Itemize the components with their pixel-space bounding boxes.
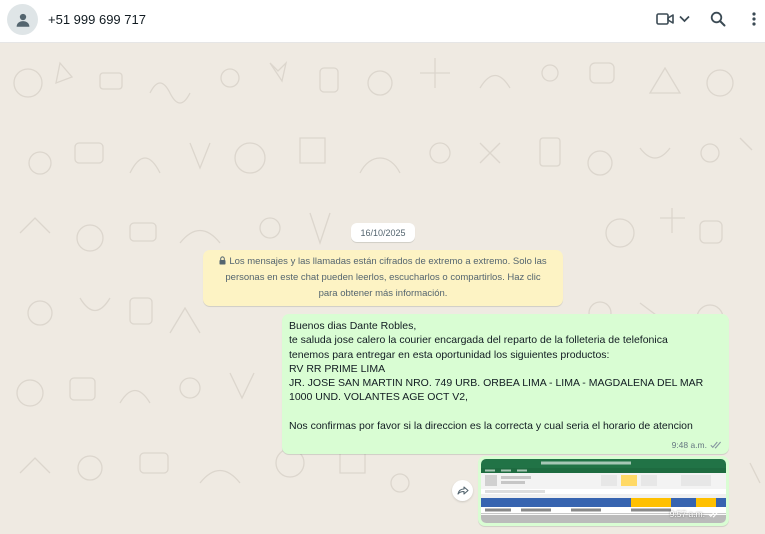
image-meta: 9:57 a.m. — [670, 509, 721, 519]
date-separator: 16/10/2025 — [351, 223, 415, 242]
message-line: Buenos dias Dante Robles, — [289, 320, 417, 332]
search-icon — [710, 11, 726, 27]
search-button[interactable] — [708, 8, 728, 30]
message-line: 1000 UND. VOLANTES AGE OCT V2, — [289, 391, 468, 404]
message-line — [289, 405, 721, 419]
spreadsheet-screenshot-image[interactable]: 9:57 a.m. — [481, 459, 726, 523]
chevron-down-icon — [678, 15, 690, 23]
menu-button[interactable] — [746, 8, 762, 30]
forward-button[interactable] — [452, 480, 473, 501]
message-time: 9:48 a.m. — [671, 440, 707, 450]
user-placeholder-icon — [16, 13, 29, 27]
chat-area[interactable]: 16/10/2025 Los mensajes y las llamadas e… — [0, 43, 765, 534]
contact-name[interactable]: +51 999 699 717 — [48, 12, 146, 27]
video-call-icon — [656, 13, 674, 25]
message-line: tenemos para entregar en esta oportunida… — [289, 348, 610, 361]
message-line: JR. JOSE SAN MARTIN NRO. 749 URB. ORBEA … — [289, 377, 704, 390]
outgoing-message[interactable]: Buenos dias Dante Robles, te saluda jose… — [282, 314, 729, 454]
forward-icon — [456, 486, 469, 495]
video-call-button[interactable] — [655, 8, 675, 30]
image-time: 9:57 a.m. — [669, 509, 705, 519]
more-vertical-icon — [752, 12, 756, 26]
message-line: Nos confirmas por favor si la direccion … — [289, 420, 693, 433]
message-line: te saluda jose calero la courier encarga… — [289, 334, 668, 347]
message-meta: 9:48 a.m. — [672, 440, 723, 450]
double-check-icon — [708, 510, 720, 518]
lock-icon — [219, 256, 226, 265]
encryption-notice-text: Los mensajes y las llamadas están cifrad… — [225, 256, 547, 299]
double-check-icon — [710, 441, 722, 449]
message-line: RV RR PRIME LIMA — [289, 362, 386, 375]
outgoing-image-message[interactable]: 9:57 a.m. — [478, 456, 729, 526]
encryption-notice[interactable]: Los mensajes y las llamadas están cifrad… — [203, 250, 563, 306]
call-options-dropdown[interactable] — [677, 8, 691, 30]
chat-header: +51 999 699 717 — [0, 0, 765, 43]
avatar[interactable] — [7, 4, 38, 35]
